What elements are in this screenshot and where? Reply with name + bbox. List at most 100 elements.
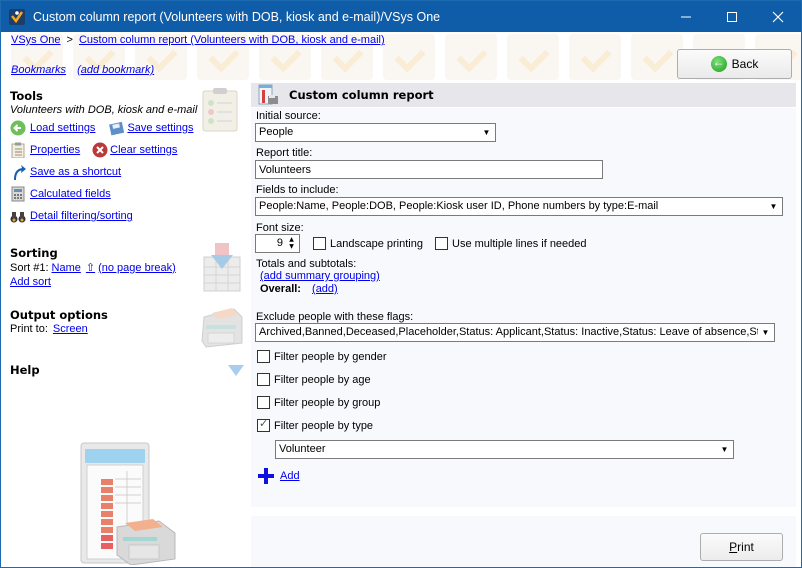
bookmarks-link[interactable]: Bookmarks — [11, 64, 66, 76]
add-bookmark-link[interactable]: (add bookmark) — [77, 64, 154, 76]
add-filter-link[interactable]: Add — [280, 470, 300, 482]
tools-row-properties-clear: Properties Clear settings — [10, 142, 177, 158]
initial-source-value: People — [259, 126, 294, 138]
initial-source-dropdown[interactable]: People ▼ — [255, 123, 496, 142]
back-arrow-icon — [710, 55, 727, 72]
add-sort-link[interactable]: Add sort — [10, 276, 51, 288]
spin-up-down-icon[interactable]: ▲ ▼ — [285, 236, 298, 251]
detail-filtering-link[interactable]: Detail filtering/sorting — [30, 210, 133, 222]
exclude-flags-label: Exclude people with these flags: — [256, 311, 414, 323]
multiple-lines-checkbox-box[interactable] — [435, 237, 448, 250]
sort-1-field-link[interactable]: Name — [52, 262, 81, 274]
close-button[interactable] — [755, 1, 801, 32]
add-summary-grouping-link[interactable]: (add summary grouping) — [260, 270, 380, 282]
clipboard-checklist-icon — [202, 88, 238, 132]
vsys-logo-icon — [9, 8, 25, 25]
person-type-dropdown[interactable]: Volunteer ▼ — [275, 440, 734, 459]
filter-type-box[interactable] — [257, 417, 270, 432]
expand-help-triangle-icon[interactable] — [228, 365, 244, 377]
load-settings-icon — [10, 120, 26, 136]
filter-type-checkbox[interactable]: Filter people by type — [257, 417, 374, 432]
binoculars-icon — [10, 212, 26, 223]
breadcrumb: VSys One > Custom column report (Volunteer… — [11, 34, 385, 46]
tools-row-load-save: Load settings Save settings — [10, 120, 193, 136]
exclude-flags-dropdown[interactable]: Archived,Banned,Deceased,Placeholder,Sta… — [255, 323, 775, 342]
fields-to-include-label: Fields to include: — [256, 184, 339, 196]
landscape-printing-label: Landscape printing — [330, 237, 423, 250]
font-size-stepper[interactable]: 9 ▲ ▼ — [255, 234, 300, 253]
calculated-fields-link[interactable]: Calculated fields — [30, 188, 111, 200]
landscape-checkbox-box[interactable] — [313, 237, 326, 250]
add-filter-row: Add — [258, 468, 300, 484]
chevron-down-icon: ▼ — [717, 442, 732, 457]
initial-source-label: Initial source: — [256, 110, 321, 122]
multiple-lines-checkbox[interactable]: Use multiple lines if needed — [435, 237, 587, 250]
report-settings-panel: Custom column report Initial source: Peo… — [251, 81, 801, 567]
sort-1-row: Sort #1: Name ⇧ (no page break) — [10, 261, 176, 275]
back-button[interactable]: Back — [677, 49, 792, 79]
font-size-value: 9 — [276, 237, 283, 249]
tools-subtitle-text: Volunteers with DOB, kiosk and e-mail — [10, 104, 198, 116]
window-title: Custom column report (Volunteers with DO… — [33, 9, 441, 24]
clear-settings-icon — [92, 142, 108, 158]
filter-group-box[interactable] — [257, 396, 270, 409]
filter-age-box[interactable] — [257, 373, 270, 386]
minimize-icon — [681, 16, 691, 17]
close-icon — [772, 11, 784, 22]
left-sidebar: Tools Volunteers with DOB, kiosk and e-m… — [1, 81, 251, 567]
breadcrumb-current-link[interactable]: Custom column report (Volunteers with DO… — [79, 34, 385, 46]
save-as-shortcut-link[interactable]: Save as a shortcut — [30, 166, 121, 178]
sort-direction-toggle[interactable]: ⇧ — [86, 261, 95, 274]
tools-heading: Tools — [10, 89, 43, 103]
output-options-heading: Output options — [10, 308, 108, 322]
sort-page-break-link[interactable]: (no page break) — [98, 262, 176, 274]
filter-group-label: Filter people by group — [274, 396, 381, 409]
overall-row: Overall: (add) — [260, 283, 338, 295]
app-window: Custom column report (Volunteers with DO… — [0, 0, 802, 568]
report-title-label: Report title: — [256, 147, 313, 159]
panel-title: Custom column report — [289, 88, 434, 102]
chevron-down-icon: ▼ — [758, 325, 773, 340]
save-settings-link[interactable]: Save settings — [127, 122, 193, 134]
header-area: VSys One > Custom column report (Volunteer… — [1, 32, 801, 81]
back-button-label: Back — [731, 57, 759, 71]
fields-to-include-dropdown[interactable]: People:Name, People:DOB, People:Kiosk us… — [255, 197, 783, 216]
breadcrumb-home-link[interactable]: VSys One — [11, 34, 61, 46]
print-to-screen-link[interactable]: Screen — [53, 323, 88, 335]
filter-age-checkbox[interactable]: Filter people by age — [257, 373, 371, 386]
filter-gender-checkbox[interactable]: Filter people by gender — [257, 350, 387, 363]
totals-label: Totals and subtotals: — [256, 258, 357, 270]
panel-header: Custom column report — [251, 83, 796, 107]
print-accelerator: P — [729, 540, 738, 554]
landscape-printing-checkbox[interactable]: Landscape printing — [313, 237, 423, 250]
filter-gender-label: Filter people by gender — [274, 350, 387, 363]
filter-group-checkbox[interactable]: Filter people by group — [257, 396, 380, 409]
filter-gender-box[interactable] — [257, 350, 270, 363]
multiple-lines-label: Use multiple lines if needed — [452, 237, 587, 250]
report-title-input[interactable] — [255, 160, 603, 179]
maximize-icon — [727, 11, 737, 22]
plus-icon[interactable] — [258, 468, 274, 484]
tools-row-detail-filtering: Detail filtering/sorting — [10, 208, 133, 224]
minimize-button[interactable] — [663, 1, 709, 32]
chevron-down-icon: ▼ — [479, 125, 494, 140]
add-sort-row: Add sort — [10, 276, 51, 288]
fields-to-include-value: People:Name, People:DOB, People:Kiosk us… — [259, 200, 659, 212]
load-settings-link[interactable]: Load settings — [30, 122, 95, 134]
print-button[interactable]: Print — [700, 533, 783, 561]
sorting-heading: Sorting — [10, 246, 58, 260]
printer-icon — [201, 308, 243, 348]
sort-1-label: Sort #1: — [10, 261, 49, 274]
exclude-flags-value: Archived,Banned,Deceased,Placeholder,Sta… — [259, 326, 771, 338]
custom-report-icon — [258, 84, 278, 105]
font-size-label: Font size: — [256, 222, 304, 234]
properties-icon — [11, 142, 25, 158]
filter-type-label: Filter people by type — [274, 419, 374, 432]
breadcrumb-separator: > — [66, 34, 73, 46]
clear-settings-link[interactable]: Clear settings — [110, 144, 177, 156]
overall-label: Overall: — [260, 283, 301, 295]
save-settings-icon — [109, 121, 125, 136]
maximize-button[interactable] — [709, 1, 755, 32]
properties-link[interactable]: Properties — [30, 144, 80, 156]
overall-add-link[interactable]: (add) — [312, 283, 338, 295]
